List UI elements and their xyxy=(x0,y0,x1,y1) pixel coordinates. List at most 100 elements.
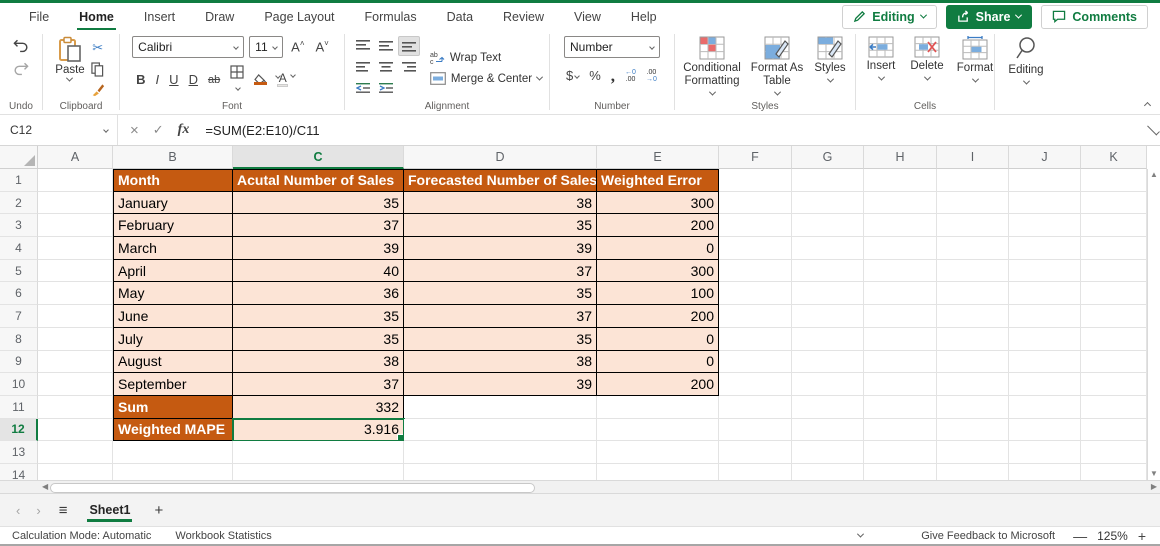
increase-font-button[interactable]: A˄ xyxy=(288,39,307,54)
tab-review[interactable]: Review xyxy=(488,5,559,29)
cell-C8[interactable]: 35 xyxy=(233,327,404,351)
scroll-left-icon[interactable]: ◀ xyxy=(0,483,48,491)
cell-E1[interactable]: Weighted Error xyxy=(597,169,719,192)
cell-H12[interactable] xyxy=(864,418,937,442)
cell-F7[interactable] xyxy=(719,305,792,328)
tab-help[interactable]: Help xyxy=(616,5,672,29)
cell-E6[interactable]: 100 xyxy=(597,282,719,306)
cell-B7[interactable]: June xyxy=(113,305,233,328)
percent-style-button[interactable]: % xyxy=(587,66,603,85)
cell-J4[interactable] xyxy=(1009,237,1081,260)
cell-G1[interactable] xyxy=(792,169,864,192)
horizontal-scrollbar[interactable]: ◀ ▶ xyxy=(0,480,1160,494)
cell-C1[interactable]: Acutal Number of Sales xyxy=(233,169,404,192)
cell-I8[interactable] xyxy=(937,327,1009,351)
editing-mode-button[interactable]: Editing xyxy=(842,4,937,29)
cell-D12[interactable] xyxy=(404,418,597,442)
row-header-10[interactable]: 10 xyxy=(0,373,38,396)
align-top-button[interactable] xyxy=(352,36,374,56)
cell-K7[interactable] xyxy=(1081,305,1147,328)
format-cells-button[interactable]: Format xyxy=(952,36,998,83)
cell-H5[interactable] xyxy=(864,259,937,283)
tab-draw[interactable]: Draw xyxy=(190,5,249,29)
cell-E8[interactable]: 0 xyxy=(597,327,719,351)
cell-K9[interactable] xyxy=(1081,350,1147,374)
cell-G2[interactable] xyxy=(792,191,864,215)
cell-C7[interactable]: 35 xyxy=(233,305,404,328)
cell-G6[interactable] xyxy=(792,282,864,306)
vertical-scrollbar[interactable]: ▲ ▼ xyxy=(1147,169,1160,480)
cell-F12[interactable] xyxy=(719,418,792,442)
cell-F11[interactable] xyxy=(719,395,792,419)
column-header-F[interactable]: F xyxy=(719,146,792,169)
row-header-4[interactable]: 4 xyxy=(0,237,38,260)
column-header-J[interactable]: J xyxy=(1009,146,1081,169)
decrease-font-button[interactable]: A˅ xyxy=(313,39,332,54)
column-header-H[interactable]: H xyxy=(864,146,937,169)
workbook-statistics[interactable]: Workbook Statistics xyxy=(163,530,283,542)
row-header-6[interactable]: 6 xyxy=(0,282,38,306)
cell-H6[interactable] xyxy=(864,282,937,306)
paste-button[interactable]: Paste xyxy=(55,36,85,100)
cell-K11[interactable] xyxy=(1081,395,1147,419)
increase-decimal-button[interactable]: ←0.00 xyxy=(623,67,638,85)
cell-E10[interactable]: 200 xyxy=(597,373,719,396)
accounting-format-button[interactable]: $ xyxy=(564,66,581,85)
cell-I1[interactable] xyxy=(937,169,1009,192)
cell-G11[interactable] xyxy=(792,395,864,419)
cell-I11[interactable] xyxy=(937,395,1009,419)
tab-data[interactable]: Data xyxy=(432,5,488,29)
number-format-select[interactable]: Number xyxy=(564,36,660,58)
column-header-B[interactable]: B xyxy=(113,146,233,169)
cancel-icon[interactable]: × xyxy=(130,122,139,139)
cell-B6[interactable]: May xyxy=(113,282,233,306)
cell-K14[interactable] xyxy=(1081,463,1147,480)
add-sheet-icon[interactable]: + xyxy=(144,502,173,519)
cell-C10[interactable]: 37 xyxy=(233,373,404,396)
cell-E3[interactable]: 200 xyxy=(597,214,719,238)
scroll-up-icon[interactable]: ▲ xyxy=(1150,171,1158,179)
cell-J1[interactable] xyxy=(1009,169,1081,192)
cell-B3[interactable]: February xyxy=(113,214,233,238)
expand-formula-bar-icon[interactable] xyxy=(1147,122,1160,135)
cell-G5[interactable] xyxy=(792,259,864,283)
cell-E14[interactable] xyxy=(597,463,719,480)
cell-D3[interactable]: 35 xyxy=(404,214,597,238)
zoom-level[interactable]: 125% xyxy=(1097,529,1128,543)
insert-cells-button[interactable]: Insert xyxy=(860,36,902,81)
cell-H7[interactable] xyxy=(864,305,937,328)
cell-I9[interactable] xyxy=(937,350,1009,374)
cell-B5[interactable]: April xyxy=(113,259,233,283)
cell-D6[interactable]: 35 xyxy=(404,282,597,306)
cell-F14[interactable] xyxy=(719,463,792,480)
row-header-1[interactable]: 1 xyxy=(0,169,38,192)
cell-C9[interactable]: 38 xyxy=(233,350,404,374)
cell-K6[interactable] xyxy=(1081,282,1147,306)
cell-E13[interactable] xyxy=(597,441,719,464)
cell-H3[interactable] xyxy=(864,214,937,238)
cell-H13[interactable] xyxy=(864,441,937,464)
cell-B13[interactable] xyxy=(113,441,233,464)
cut-button[interactable]: ✂ xyxy=(89,38,107,58)
cell-K2[interactable] xyxy=(1081,191,1147,215)
cell-E2[interactable]: 300 xyxy=(597,191,719,215)
align-center-button[interactable] xyxy=(375,57,397,77)
tab-formulas[interactable]: Formulas xyxy=(350,5,432,29)
cell-D11[interactable] xyxy=(404,395,597,419)
cell-I2[interactable] xyxy=(937,191,1009,215)
cell-A14[interactable] xyxy=(38,463,113,480)
cell-A6[interactable] xyxy=(38,282,113,306)
cell-K12[interactable] xyxy=(1081,418,1147,442)
cell-H4[interactable] xyxy=(864,237,937,260)
cell-A8[interactable] xyxy=(38,327,113,351)
row-header-9[interactable]: 9 xyxy=(0,350,38,374)
font-name-select[interactable]: Calibri xyxy=(132,36,245,58)
cell-F1[interactable] xyxy=(719,169,792,192)
cell-A3[interactable] xyxy=(38,214,113,238)
cell-I6[interactable] xyxy=(937,282,1009,306)
cell-D2[interactable]: 38 xyxy=(404,191,597,215)
cell-D10[interactable]: 39 xyxy=(404,373,597,396)
format-painter-button[interactable] xyxy=(89,81,107,99)
align-middle-button[interactable] xyxy=(375,36,397,56)
cell-F10[interactable] xyxy=(719,373,792,396)
